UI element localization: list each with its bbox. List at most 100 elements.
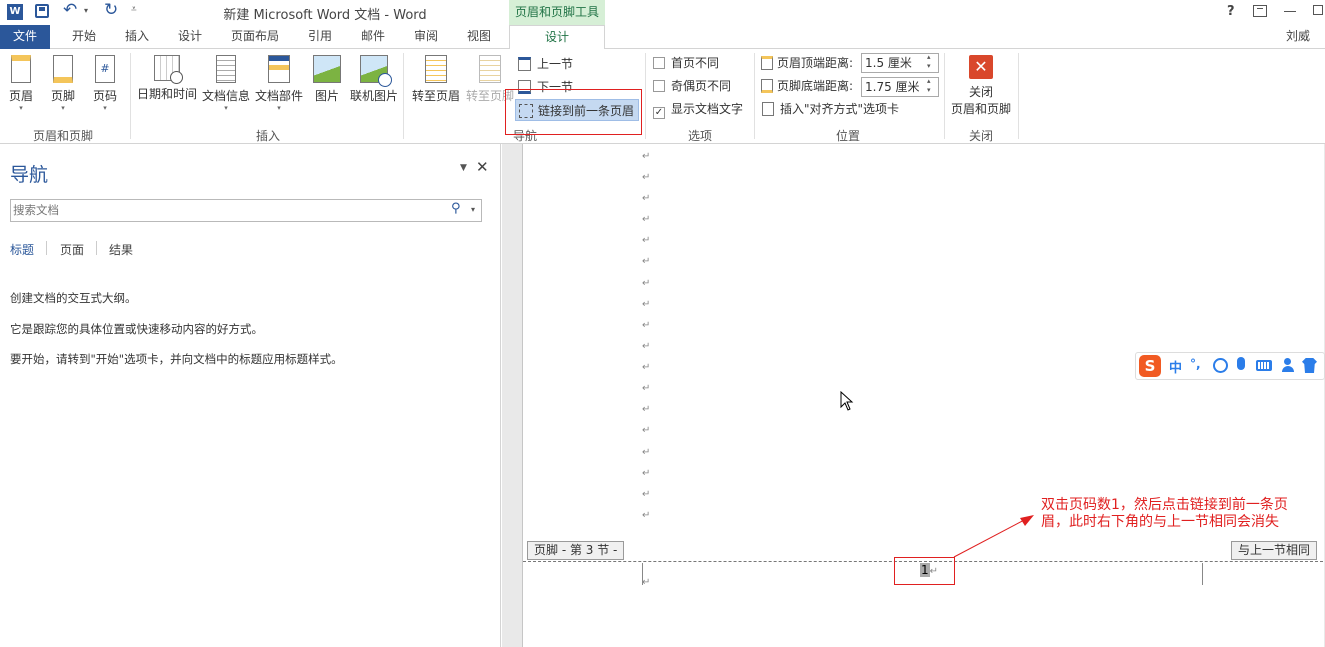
restore-icon[interactable]	[1313, 5, 1323, 15]
tab-insert[interactable]: 插入	[115, 25, 159, 49]
calendar-icon	[154, 55, 183, 84]
ime-toolbar: S 中 °,	[1135, 352, 1325, 380]
footer-button[interactable]: 页脚 ▾	[46, 55, 80, 112]
nav-tab-results[interactable]: 结果	[109, 241, 133, 258]
title-bar: W ↶ ▾ ↻ ⩡ 新建 Microsoft Word 文档 - Word 页眉…	[0, 0, 1325, 25]
ime-lang-toggle[interactable]: 中	[1169, 357, 1182, 376]
ime-emoji-icon[interactable]	[1213, 358, 1228, 373]
tab-header-footer-design[interactable]: 设计	[509, 25, 605, 50]
tab-view[interactable]: 视图	[457, 25, 501, 49]
footer-paragraph-mark: ↵	[642, 577, 651, 588]
ime-skin-icon[interactable]	[1302, 358, 1317, 373]
user-name[interactable]: 刘威	[1278, 25, 1318, 49]
paragraph-mark: ↵	[642, 299, 651, 310]
tab-mailings[interactable]: 邮件	[351, 25, 395, 49]
tab-page-layout[interactable]: 页面布局	[224, 25, 286, 49]
tab-references[interactable]: 引用	[298, 25, 342, 49]
prev-section-button[interactable]: 上一节	[518, 54, 608, 74]
close-header-footer-button[interactable]: ✕ 关闭 页眉和页脚	[947, 55, 1015, 117]
nav-tab-separator	[96, 241, 97, 255]
show-text-checkbox[interactable]: ✓ 显示文档文字	[653, 99, 753, 119]
diff-odd-even-checkbox[interactable]: 奇偶页不同	[653, 76, 743, 96]
header-top-icon	[761, 56, 773, 70]
ribbon-display-icon[interactable]	[1253, 5, 1267, 17]
spinner-icon[interactable]: ▴ ▾	[927, 77, 931, 95]
group-close-label: 关闭	[968, 129, 993, 143]
page-number-text: 1	[920, 563, 930, 577]
nav-title: 导航	[10, 164, 49, 186]
doc-info-icon	[216, 55, 236, 83]
diff-first-label: 首页不同	[671, 56, 720, 70]
picture-button[interactable]: 图片	[310, 55, 344, 104]
tab-file[interactable]: 文件	[0, 25, 50, 49]
link-previous-highlight	[505, 89, 642, 135]
date-time-button[interactable]: 日期和时间	[135, 55, 199, 102]
paragraph-mark: ↵	[642, 425, 651, 436]
doc-parts-button[interactable]: 文档部件 ▾	[254, 55, 304, 112]
checkbox-icon	[653, 80, 665, 92]
footer-page-number[interactable]: 1↵	[920, 563, 938, 577]
doc-parts-icon	[268, 55, 290, 83]
prev-section-icon	[518, 57, 531, 71]
spinner-icon[interactable]: ▴ ▾	[927, 53, 931, 71]
paragraph-mark: ↵	[642, 468, 651, 479]
paragraph-mark: ↵	[642, 510, 651, 521]
annotation-arrow	[953, 515, 1034, 558]
doc-info-button[interactable]: 文档信息 ▾	[201, 55, 251, 112]
diff-odd-even-label: 奇偶页不同	[671, 79, 732, 93]
footer-bottom-label: 页脚底端距离:	[777, 79, 854, 93]
nav-options-icon[interactable]: ▼	[460, 163, 467, 173]
tab-home[interactable]: 开始	[62, 25, 106, 49]
page-number-paragraph-mark: ↵	[929, 566, 939, 577]
nav-tab-separator	[46, 241, 47, 255]
group-header-footer-label: 页眉和页脚	[32, 129, 93, 143]
group-position-label: 位置	[835, 129, 860, 143]
nav-close-icon[interactable]: ✕	[476, 158, 489, 176]
nav-tab-pages[interactable]: 页面	[60, 241, 84, 258]
online-picture-icon	[360, 55, 392, 87]
doc-info-label: 文档信息	[201, 89, 250, 103]
help-icon[interactable]: ?	[1227, 4, 1235, 19]
footer-icon	[53, 55, 73, 83]
page-number-button[interactable]: # 页码 ▾	[88, 55, 122, 112]
paragraph-mark: ↵	[642, 214, 651, 225]
goto-header-button[interactable]: 转至页眉	[409, 55, 463, 104]
diff-first-checkbox[interactable]: 首页不同	[653, 53, 743, 73]
search-dropdown-icon[interactable]: ▾	[471, 205, 475, 214]
nav-search-input[interactable]	[13, 200, 433, 220]
footer-bottom-icon	[761, 79, 773, 93]
page-number-label: 页码	[92, 89, 117, 103]
annotation-arrow-line	[953, 516, 1031, 558]
header-label: 页眉	[8, 89, 33, 103]
nav-hint-1: 创建文档的交互式大纲。	[10, 291, 137, 305]
nav-search-box[interactable]: ⚲ ▾	[10, 199, 482, 222]
checkbox-icon	[653, 57, 665, 69]
group-separator	[754, 53, 755, 139]
paragraph-mark: ↵	[642, 172, 651, 183]
search-icon[interactable]: ⚲	[451, 201, 461, 216]
tab-review[interactable]: 审阅	[404, 25, 448, 49]
ime-punct-toggle[interactable]: °,	[1190, 357, 1201, 371]
ime-voice-icon[interactable]	[1237, 357, 1245, 370]
same-as-previous-tag: 与上一节相同	[1231, 541, 1318, 560]
header-button[interactable]: 页眉 ▾	[4, 55, 38, 112]
nav-tab-headings[interactable]: 标题	[10, 241, 34, 258]
group-separator	[645, 53, 646, 139]
online-picture-button[interactable]: 联机图片	[348, 55, 400, 104]
annotation-arrowhead	[1020, 515, 1034, 526]
footer-corner-mark	[1202, 563, 1203, 585]
paragraph-mark: ↵	[642, 383, 651, 394]
insert-align-tab-button[interactable]: 插入"对齐方式"选项卡	[762, 99, 942, 119]
group-separator	[1018, 53, 1019, 139]
ime-keyboard-icon[interactable]	[1256, 360, 1272, 371]
minimize-icon[interactable]	[1284, 11, 1296, 12]
ime-user-icon[interactable]	[1281, 358, 1294, 372]
footer-section-tag: 页脚 - 第 3 节 -	[527, 541, 625, 560]
ribbon: 页眉 ▾ 页脚 ▾ # 页码 ▾ 页眉和页脚 日期和时间 文档信息 ▾ 文档部件…	[0, 49, 1325, 144]
online-picture-label: 联机图片	[349, 89, 398, 103]
sogou-logo-icon[interactable]: S	[1139, 355, 1161, 377]
close-icon: ✕	[969, 55, 993, 79]
navigation-pane: 导航 ▼ ✕ ⚲ ▾ 标题 页面 结果 创建文档的交互式大纲。 它是跟踪您的具体…	[0, 144, 501, 647]
close-label-line1: 关闭	[968, 85, 993, 99]
tab-design[interactable]: 设计	[168, 25, 212, 49]
